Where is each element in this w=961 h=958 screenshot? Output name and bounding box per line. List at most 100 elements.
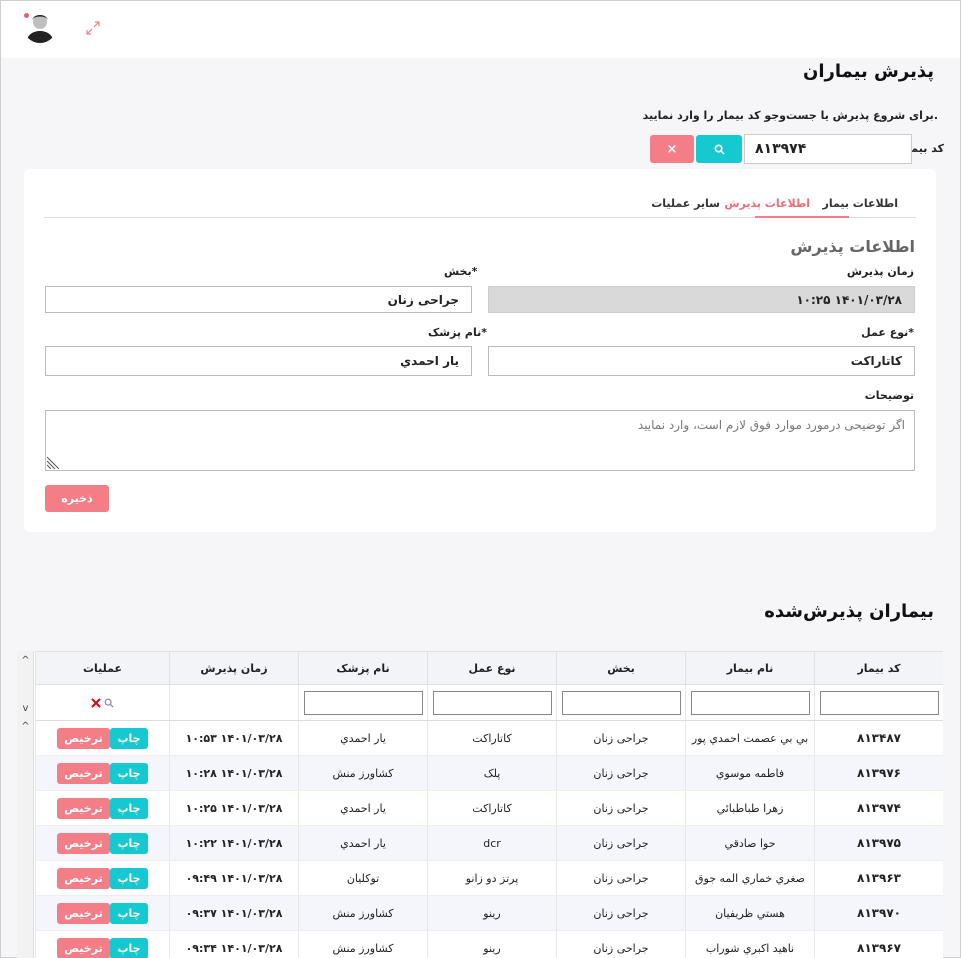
col-header-name[interactable]: نام بیمار bbox=[685, 651, 815, 685]
cell-operations: ترخیص چاپ bbox=[35, 720, 170, 756]
notes-placeholder: اگر توضیحی درمورد موارد فوق لازم است، وا… bbox=[637, 418, 905, 432]
cell-department: جراحی زنان bbox=[556, 825, 686, 861]
table-row[interactable]: ۸۱۳۹۶۳ صغري خماري المه جوق جراحی زنان پرتز … bbox=[35, 860, 943, 896]
notes-textarea[interactable]: اگر توضیحی درمورد موارد فوق لازم است، وا… bbox=[45, 410, 915, 471]
top-bar bbox=[1, 1, 960, 58]
cell-time: ۱۴۰۱/۰۳/۲۸ ۱۰:۲۲ bbox=[169, 825, 299, 861]
cell-operations: ترخیص چاپ bbox=[35, 825, 170, 861]
cell-time: ۱۴۰۱/۰۳/۲۸ ۰۹:۳۴ bbox=[169, 930, 299, 958]
table-row[interactable]: ۸۱۳۹۶۷ ناهيد اكبري شوراب جراحی زنان رینو کشا… bbox=[35, 930, 943, 958]
print-button[interactable]: چاپ bbox=[110, 797, 148, 819]
discharge-button[interactable]: ترخیص bbox=[57, 832, 110, 854]
cell-operations: ترخیص چاپ bbox=[35, 755, 170, 791]
filter-department-input[interactable] bbox=[561, 690, 681, 715]
notes-label: توضیحات bbox=[864, 389, 914, 402]
cell-code: ۸۱۳۴۸۷ bbox=[814, 720, 943, 756]
cell-operation: dcr bbox=[427, 825, 557, 861]
tab-other-operations[interactable]: سایر عملیات bbox=[651, 197, 720, 210]
cell-name: فاطمه موسوي bbox=[685, 755, 815, 791]
filter-doctor-input[interactable] bbox=[303, 690, 423, 715]
cell-operation: رینو bbox=[427, 930, 557, 958]
resize-grip-icon[interactable] bbox=[47, 455, 61, 469]
discharge-button[interactable]: ترخیص bbox=[57, 762, 110, 784]
print-button[interactable]: چاپ bbox=[110, 902, 148, 924]
cell-time: ۱۴۰۱/۰۳/۲۸ ۰۹:۴۹ bbox=[169, 860, 299, 896]
operation-type-field[interactable]: کاتاراکت bbox=[488, 346, 915, 376]
filter-search-icon[interactable] bbox=[104, 698, 114, 708]
table-row[interactable]: ۸۱۳۹۷۵ حوا صادقي جراحی زنان dcr یار احمدي ۱۴۰… bbox=[35, 825, 943, 861]
col-header-department[interactable]: بخش bbox=[556, 651, 686, 685]
doctor-label: نام پزشک* bbox=[428, 326, 487, 339]
print-button[interactable]: چاپ bbox=[110, 937, 148, 958]
table-row[interactable]: ۸۱۳۹۷۶ فاطمه موسوي جراحی زنان پلک کشاورز منش… bbox=[35, 755, 943, 791]
col-header-operation[interactable]: نوع عمل bbox=[427, 651, 557, 685]
col-header-code[interactable]: کد بیمار bbox=[814, 651, 943, 685]
col-header-doctor[interactable]: نام پزشک bbox=[298, 651, 428, 685]
filter-name-input[interactable] bbox=[690, 690, 810, 715]
cell-doctor: کشاورز منش bbox=[298, 930, 428, 958]
discharge-button[interactable]: ترخیص bbox=[57, 867, 110, 889]
active-tab-indicator bbox=[755, 216, 849, 218]
cell-department: جراحی زنان bbox=[556, 790, 686, 826]
tab-patient-info[interactable]: اطلاعات بیمار bbox=[823, 197, 898, 210]
cell-code: ۸۱۳۹۶۳ bbox=[814, 860, 943, 896]
save-button[interactable]: ذخیره bbox=[45, 485, 109, 512]
grid-scrollbar[interactable]: ^ v ^ bbox=[17, 651, 34, 958]
cell-code: ۸۱۳۹۷۶ bbox=[814, 755, 943, 791]
scroll-up-icon[interactable]: ^ bbox=[20, 655, 31, 666]
search-hint: برای شروع پذیرش یا جست‌وجو کد بیمار را و… bbox=[642, 109, 938, 122]
filter-clear-icon[interactable] bbox=[91, 697, 101, 708]
cell-operation: رینو bbox=[427, 895, 557, 931]
cell-time: ۱۴۰۱/۰۳/۲۸ ۱۰:۲۵ bbox=[169, 790, 299, 826]
filter-operation-input[interactable] bbox=[432, 690, 552, 715]
search-button[interactable] bbox=[696, 135, 742, 163]
cell-code: ۸۱۳۹۶۷ bbox=[814, 930, 943, 958]
clear-button[interactable]: × bbox=[650, 135, 694, 163]
cell-doctor: کشاورز منش bbox=[298, 755, 428, 791]
cell-operations: ترخیص چاپ bbox=[35, 930, 170, 958]
table-row[interactable]: ۸۱۳۴۸۷ بي بي عصمت احمدي پور جراحی زنان کاتا… bbox=[35, 720, 943, 756]
cell-operations: ترخیص چاپ bbox=[35, 895, 170, 931]
print-button[interactable]: چاپ bbox=[110, 867, 148, 889]
scroll-down-icon[interactable]: v bbox=[20, 703, 31, 714]
tab-admission-info[interactable]: اطلاعات پذیرش bbox=[724, 197, 810, 210]
print-button[interactable]: چاپ bbox=[110, 832, 148, 854]
discharge-button[interactable]: ترخیص bbox=[57, 797, 110, 819]
operation-type-label: نوع عمل* bbox=[861, 326, 914, 339]
print-button[interactable]: چاپ bbox=[110, 727, 148, 749]
print-button[interactable]: چاپ bbox=[110, 762, 148, 784]
admission-time-label: زمان پذیرش bbox=[846, 265, 914, 278]
doctor-field[interactable]: یار احمدي bbox=[45, 346, 472, 376]
section-title: اطلاعات پذیرش bbox=[790, 237, 915, 256]
cell-operations: ترخیص چاپ bbox=[35, 860, 170, 896]
patient-code-value: ۸۱۳۹۷۴ bbox=[755, 141, 807, 157]
cell-time: ۱۴۰۱/۰۳/۲۸ ۰۹:۳۷ bbox=[169, 895, 299, 931]
page-title: پذیرش بیماران bbox=[802, 61, 934, 82]
cell-name: صغري خماري المه جوق bbox=[685, 860, 815, 896]
admission-time-field: ۱۴۰۱/۰۳/۲۸ ۱۰:۲۵ bbox=[488, 286, 915, 313]
cell-operation: پلک bbox=[427, 755, 557, 791]
cell-operations: ترخیص چاپ bbox=[35, 790, 170, 826]
scroll-up-icon[interactable]: ^ bbox=[20, 721, 31, 732]
cell-time: ۱۴۰۱/۰۳/۲۸ ۱۰:۵۳ bbox=[169, 720, 299, 756]
filter-code-input[interactable] bbox=[819, 690, 939, 715]
col-header-time[interactable]: زمان پذیرش bbox=[169, 651, 299, 685]
cell-doctor: یار احمدي bbox=[298, 825, 428, 861]
admitted-patients-table: کد بیمار نام بیمار بخش نوع عمل نام پزشک … bbox=[35, 651, 943, 958]
discharge-button[interactable]: ترخیص bbox=[57, 902, 110, 924]
cell-doctor: یار احمدي bbox=[298, 790, 428, 826]
cell-operation: پرتز دو زانو bbox=[427, 860, 557, 896]
cell-operation: کاتاراکت bbox=[427, 720, 557, 756]
table-row[interactable]: ۸۱۳۹۷۰ هستي ظريفيان جراحی زنان رینو کشاورز م… bbox=[35, 895, 943, 931]
patient-code-input[interactable]: ۸۱۳۹۷۴ bbox=[744, 134, 912, 164]
search-icon bbox=[714, 144, 725, 155]
discharge-button[interactable]: ترخیص bbox=[57, 727, 110, 749]
discharge-button[interactable]: ترخیص bbox=[57, 937, 110, 958]
cell-name: حوا صادقي bbox=[685, 825, 815, 861]
cell-time: ۱۴۰۱/۰۳/۲۸ ۱۰:۲۸ bbox=[169, 755, 299, 791]
department-field[interactable]: جراحی زنان bbox=[45, 286, 472, 313]
filter-row bbox=[35, 684, 943, 721]
table-row[interactable]: ۸۱۳۹۷۴ زهرا طباطبائي جراحی زنان کاتاراکت یار… bbox=[35, 790, 943, 826]
expand-icon[interactable] bbox=[85, 20, 101, 36]
cell-department: جراحی زنان bbox=[556, 930, 686, 958]
